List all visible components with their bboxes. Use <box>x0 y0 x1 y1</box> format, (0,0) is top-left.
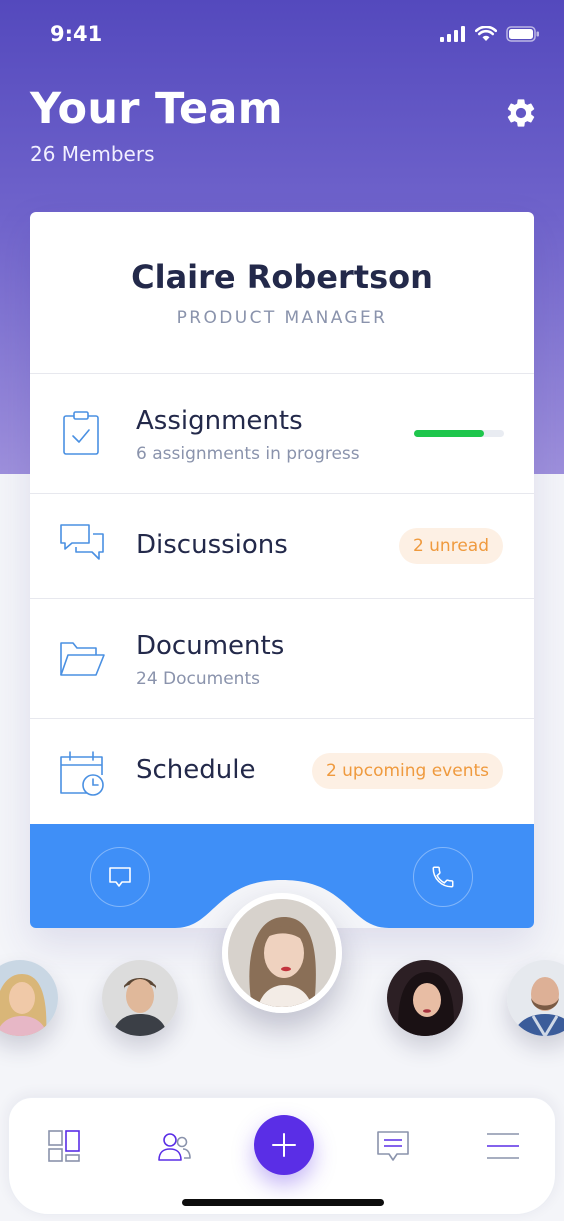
blonde-woman-avatar[interactable] <box>0 960 58 1036</box>
schedule-row[interactable]: Schedule 2 upcoming events <box>30 719 534 824</box>
gear-icon[interactable] <box>504 96 538 130</box>
signal-icon <box>440 26 465 42</box>
chat-bubbles-icon <box>60 524 104 560</box>
assignments-row[interactable]: Assignments 6 assignments in progress <box>30 374 534 494</box>
assignments-progress-fill <box>414 430 485 437</box>
schedule-label: Schedule <box>136 755 256 785</box>
assignments-label: Assignments <box>136 406 303 436</box>
bearded-man-avatar[interactable] <box>507 960 564 1036</box>
page-title: Your Team <box>30 84 283 134</box>
discussions-label: Discussions <box>136 530 288 560</box>
assignments-sub: 6 assignments in progress <box>136 444 360 464</box>
assignments-progress <box>414 430 504 437</box>
team-member-card: Claire Robertson PRODUCT MANAGER Assignm… <box>30 212 534 928</box>
wifi-icon <box>475 26 497 41</box>
member-count: 26 Members <box>30 142 155 166</box>
profile-header: Claire Robertson PRODUCT MANAGER <box>30 212 534 374</box>
menu-icon[interactable] <box>485 1128 521 1164</box>
claire-avatar-selected[interactable] <box>222 893 342 1013</box>
clipboard-icon <box>63 411 99 455</box>
member-name: Claire Robertson <box>131 258 433 296</box>
status-bar: 9:41 <box>0 20 564 50</box>
dark-haired-woman-avatar[interactable] <box>387 960 463 1036</box>
battery-icon <box>506 26 539 42</box>
message-button[interactable] <box>90 847 150 907</box>
folder-icon <box>60 642 105 676</box>
man-avatar[interactable] <box>102 960 178 1036</box>
message-icon <box>109 867 131 887</box>
messages-icon[interactable] <box>375 1128 411 1164</box>
status-time: 9:41 <box>50 22 103 46</box>
add-icon <box>272 1133 296 1157</box>
bottom-tab-bar <box>8 1097 556 1215</box>
status-icons <box>440 26 540 42</box>
calendar-clock-icon <box>60 751 104 796</box>
discussions-row[interactable]: Discussions 2 unread <box>30 494 534 599</box>
team-icon[interactable] <box>156 1128 192 1164</box>
phone-icon <box>432 866 454 888</box>
unread-badge: 2 unread <box>398 528 503 564</box>
documents-label: Documents <box>136 631 285 661</box>
call-button[interactable] <box>413 847 473 907</box>
documents-row[interactable]: Documents 24 Documents <box>30 599 534 719</box>
upcoming-badge: 2 upcoming events <box>311 753 503 789</box>
add-button[interactable] <box>254 1115 314 1175</box>
member-role: PRODUCT MANAGER <box>176 308 388 328</box>
documents-sub: 24 Documents <box>136 669 260 689</box>
dashboard-icon[interactable] <box>46 1128 82 1164</box>
home-indicator <box>182 1199 384 1206</box>
